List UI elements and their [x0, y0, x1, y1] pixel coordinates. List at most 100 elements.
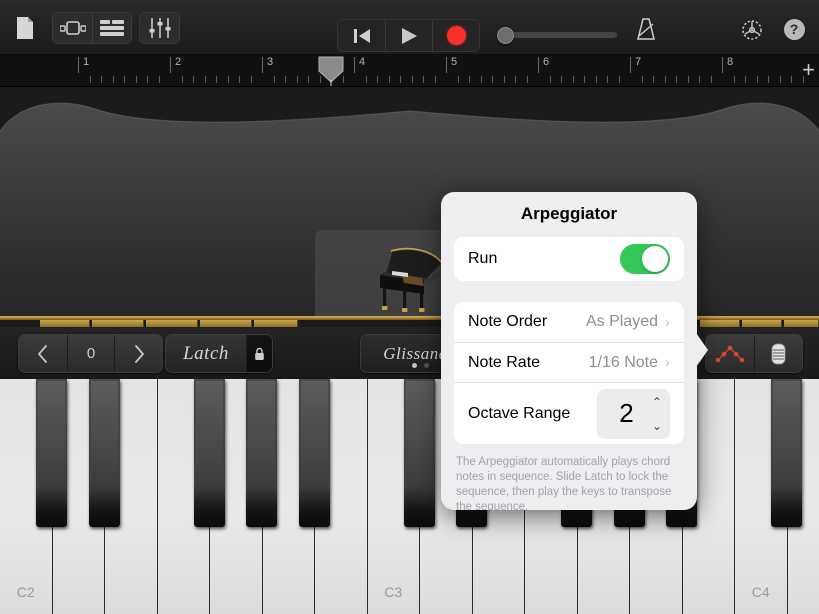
octave-control-group: 0 [18, 334, 163, 373]
note-rate-row[interactable]: Note Rate 1/16 Note › [454, 342, 684, 382]
beat-tick [768, 76, 769, 83]
rewind-icon[interactable] [338, 20, 385, 51]
bar-number: 5 [451, 56, 458, 68]
black-key[interactable] [246, 379, 277, 527]
bar-divider [170, 57, 171, 73]
bar-number: 1 [83, 56, 90, 68]
octave-range-label: Octave Range [468, 404, 571, 422]
chevron-up-icon[interactable]: ⌃ [652, 396, 662, 408]
beat-tick [699, 76, 700, 83]
bar-number: 7 [635, 56, 642, 68]
add-track-button[interactable]: + [802, 59, 815, 81]
bar-number: 6 [543, 56, 550, 68]
gold-segment [40, 320, 90, 327]
black-key[interactable] [193, 379, 225, 527]
popover-pointer [694, 330, 710, 375]
octave-up-button[interactable] [114, 335, 162, 372]
beat-tick [101, 76, 102, 83]
metronome-icon[interactable] [632, 16, 660, 42]
arpeggiator-icon[interactable] [706, 335, 754, 372]
gear-icon[interactable] [739, 17, 765, 43]
beat-tick [710, 76, 712, 83]
stepper-arrows: ⌃ ⌄ [652, 396, 662, 432]
keyboard-mode-group [705, 334, 803, 373]
beat-tick [480, 76, 482, 83]
black-key[interactable] [403, 379, 435, 527]
octave-label: C4 [751, 584, 770, 600]
page-dot[interactable] [411, 363, 417, 368]
gold-segment [200, 320, 252, 327]
gold-segment [146, 320, 198, 327]
run-row[interactable]: Run [454, 237, 684, 281]
beat-tick [388, 76, 390, 83]
beat-tick [239, 76, 240, 83]
beat-tick [618, 76, 620, 83]
beat-tick [411, 76, 413, 83]
beat-tick [584, 76, 585, 83]
help-label: ? [783, 18, 805, 40]
beat-tick [503, 76, 505, 83]
top-toolbar: ? [0, 0, 819, 55]
beat-tick [641, 76, 643, 83]
note-order-value: As Played [585, 313, 658, 330]
track-view-icon[interactable] [53, 13, 92, 43]
black-key[interactable] [36, 379, 67, 527]
run-label: Run [468, 250, 498, 267]
beat-tick [434, 76, 436, 83]
gold-segment [92, 320, 144, 327]
octave-down-button[interactable] [19, 335, 67, 372]
beat-tick [745, 76, 746, 83]
note-order-row[interactable]: Note Order As Played › [454, 302, 684, 342]
ruler-marks: 1 2 3 4 5 6 7 8 [78, 55, 819, 87]
run-toggle[interactable] [620, 244, 670, 274]
lock-icon[interactable] [246, 335, 272, 372]
help-icon[interactable]: ? [782, 17, 806, 41]
volume-slider[interactable] [497, 27, 617, 44]
gold-segment [742, 320, 782, 327]
bar-number: 8 [727, 56, 734, 68]
view-toggle-group [52, 12, 132, 44]
latch-button[interactable]: Latch [166, 335, 246, 372]
timeline-ruler[interactable]: 1 2 3 4 5 6 7 8 + [0, 55, 819, 87]
volume-slider-knob[interactable] [497, 27, 514, 44]
black-key[interactable] [88, 379, 120, 527]
note-rate-value: 1/16 Note [588, 353, 658, 371]
gold-segment [700, 320, 740, 327]
beat-tick [124, 76, 125, 83]
beat-tick [791, 76, 792, 83]
page-dot[interactable] [423, 363, 429, 368]
bar-divider [630, 57, 631, 73]
black-key[interactable] [771, 379, 802, 527]
playhead[interactable] [317, 56, 345, 86]
beat-tick [250, 76, 252, 83]
keyboard-layout-icon[interactable] [754, 335, 802, 372]
beat-tick [400, 76, 401, 83]
beat-tick [469, 76, 470, 83]
beat-tick [607, 76, 608, 83]
octave-range-row: Octave Range 2 ⌃ ⌄ [454, 382, 684, 444]
gold-segment [254, 320, 298, 327]
beat-tick [377, 76, 378, 83]
popover-footer-text: The Arpeggiator automatically plays chor… [456, 456, 672, 513]
play-icon[interactable] [385, 20, 432, 51]
octave-range-value: 2 [619, 398, 634, 428]
arpeggiator-popover: Arpeggiator Run Note Order As Played › N… [441, 192, 697, 513]
beat-tick [273, 76, 275, 83]
chevron-down-icon[interactable]: ⌄ [652, 420, 662, 432]
document-icon[interactable] [10, 14, 40, 42]
black-key[interactable] [298, 379, 330, 527]
octave-range-stepper[interactable]: 2 ⌃ ⌄ [597, 388, 670, 439]
beat-tick [756, 76, 758, 83]
beat-tick [664, 76, 666, 83]
beat-tick [216, 76, 217, 83]
gold-segment [784, 320, 819, 327]
beat-tick [676, 76, 677, 83]
faders-icon[interactable] [140, 13, 179, 43]
beat-tick [515, 76, 516, 83]
volume-slider-track [509, 32, 617, 38]
bar-divider [78, 57, 79, 73]
chevron-right-icon: › [665, 354, 670, 371]
list-view-icon[interactable] [92, 13, 131, 43]
bar-divider [354, 57, 355, 73]
record-icon[interactable] [432, 20, 479, 51]
